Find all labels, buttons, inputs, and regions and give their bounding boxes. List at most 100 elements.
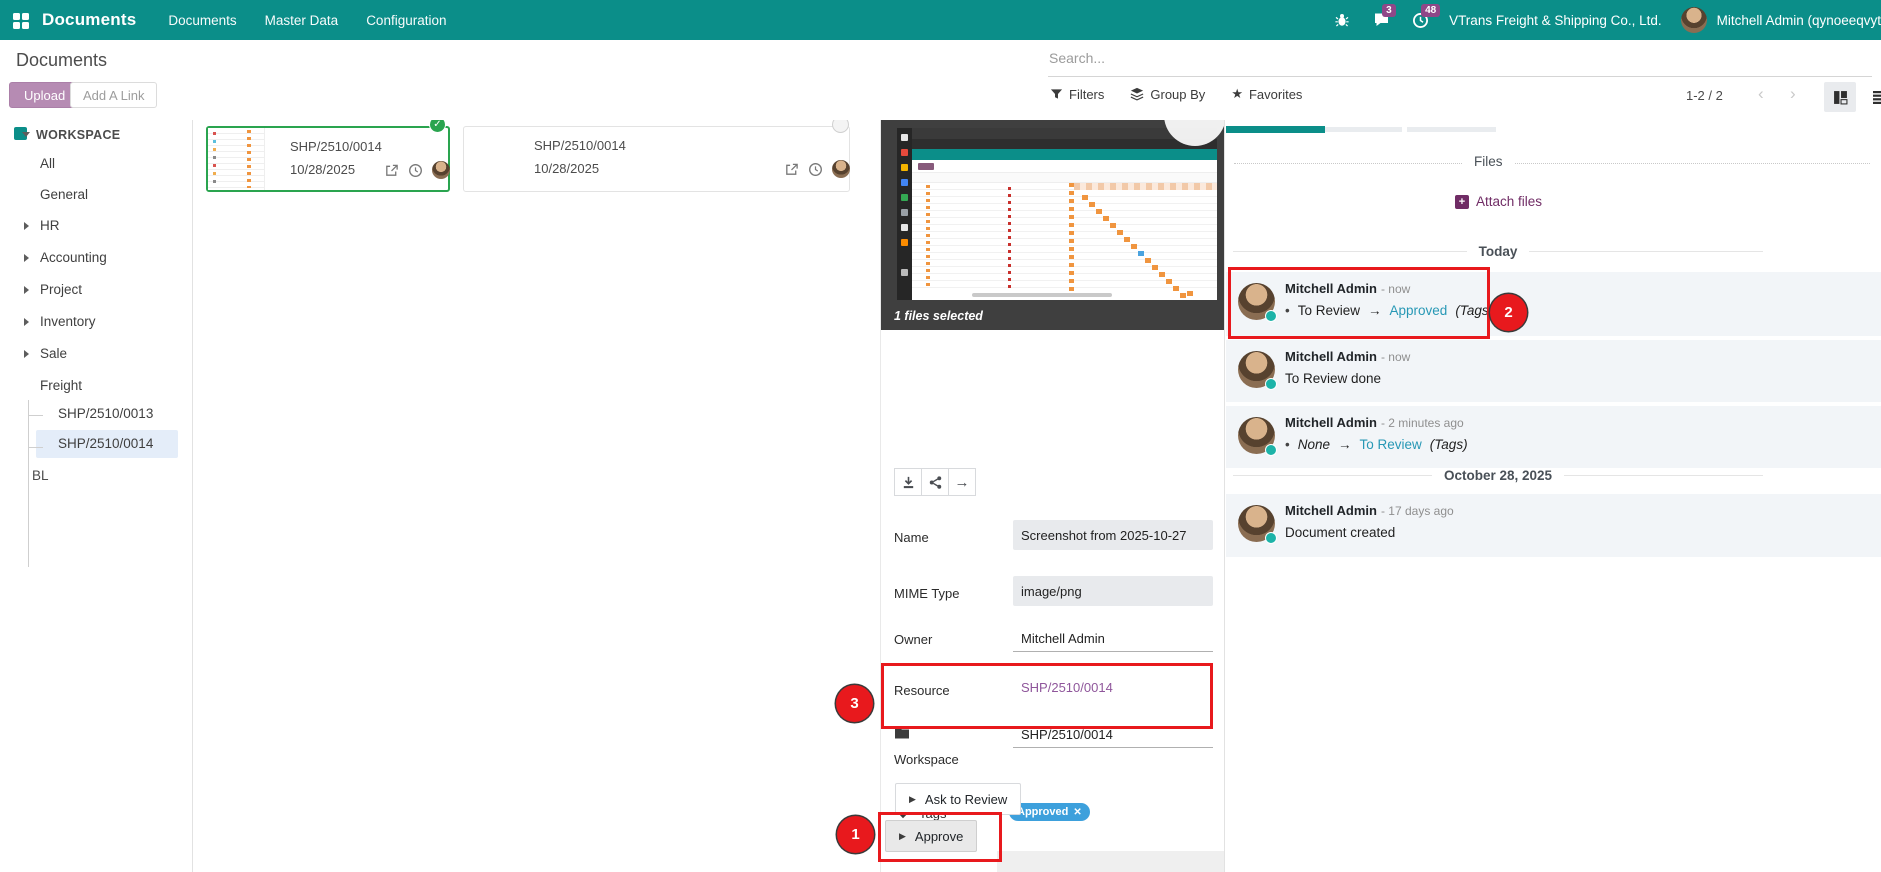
menu-documents[interactable]: Documents [154,0,250,40]
messages-icon[interactable]: 3 [1371,10,1391,30]
expand-caret-icon[interactable] [24,286,29,294]
progress-bar-track [1325,127,1402,132]
tracking-old-value: None [1298,437,1330,452]
add-link-button[interactable]: Add A Link [70,82,157,108]
apps-grid-icon[interactable] [13,13,20,20]
user-avatar[interactable] [1681,7,1707,33]
owner-avatar[interactable] [432,161,450,179]
workspace-field[interactable]: SHP/2510/0014 [1013,722,1213,748]
bug-icon[interactable] [1332,10,1352,30]
groupby-button[interactable]: Group By [1130,87,1205,102]
sidebar-item-shp-0013[interactable]: SHP/2510/0013 [58,406,153,421]
document-title[interactable]: SHP/2510/0014 [534,138,626,153]
sidebar-item-hr[interactable]: HR [40,218,60,233]
tracking-new-value[interactable]: Approved [1390,303,1448,318]
document-title[interactable]: SHP/2510/0014 [290,139,382,154]
message-author[interactable]: Mitchell Admin [1285,349,1377,364]
activities-badge: 48 [1421,4,1440,17]
search-input[interactable]: Search... [1049,50,1105,66]
activity-clock-icon[interactable] [408,163,423,178]
tree-line [28,415,43,416]
user-name[interactable]: Mitchell Admin (qynoeeqvyt [1717,13,1881,28]
chatter-message[interactable]: Mitchell Admin- now • To Review → Approv… [1226,272,1881,336]
group-by-icon [1130,87,1144,101]
workspace-label: Workspace [894,752,959,767]
name-field[interactable]: Screenshot from 2025-10-27 [1013,520,1213,550]
message-author[interactable]: Mitchell Admin [1285,415,1377,430]
activities-clock-icon[interactable]: 48 [1410,10,1430,30]
sidebar-item-inventory[interactable]: Inventory [40,314,96,329]
expand-caret-icon[interactable] [24,318,29,326]
kanban-view-button[interactable] [1824,82,1856,112]
sidebar-item-accounting[interactable]: Accounting [40,250,107,265]
mime-field[interactable]: image/png [1013,576,1213,606]
attach-files-link[interactable]: + Attach files [1455,194,1542,209]
message-time: - 2 minutes ago [1381,416,1464,430]
sidebar-item-freight[interactable]: Freight [40,378,82,393]
open-external-icon[interactable] [384,163,399,178]
tag-approved[interactable]: Approved ✕ [1009,803,1090,821]
chatter-message[interactable]: Mitchell Admin- now To Review done [1226,340,1881,402]
message-author[interactable]: Mitchell Admin [1285,503,1377,518]
message-author[interactable]: Mitchell Admin [1285,281,1377,296]
share-button[interactable] [921,468,949,496]
collapse-caret-icon[interactable] [22,132,30,137]
owner-field[interactable]: Mitchell Admin [1013,626,1213,652]
app-title[interactable]: Documents [42,10,136,30]
download-button[interactable] [894,468,922,496]
sidebar-item-shp-0014[interactable]: SHP/2510/0014 [58,436,153,451]
online-presence-icon [1265,444,1277,456]
chatter-message[interactable]: Mitchell Admin- 2 minutes ago • None → T… [1226,406,1881,468]
expand-caret-icon[interactable] [24,254,29,262]
tracking-new-value[interactable]: To Review [1360,437,1422,452]
open-external-icon[interactable] [784,162,799,177]
company-name[interactable]: VTrans Freight & Shipping Co., Ltd. [1449,13,1662,28]
pager-next-button[interactable]: › [1790,84,1796,104]
thumbnail-detail [247,130,251,188]
owner-avatar[interactable] [832,160,850,178]
list-view-button[interactable] [1864,82,1881,112]
document-card-selected[interactable]: SHP/2510/0014 10/28/2025 [206,126,450,192]
message-avatar[interactable] [1238,351,1275,388]
download-icon [901,475,916,490]
tree-line [28,400,29,567]
resource-link[interactable]: SHP/2510/0014 [1013,676,1213,698]
sidebar-item-bl[interactable]: BL [32,468,49,483]
main-menu: Documents Master Data Configuration [154,0,460,40]
message-time: - 17 days ago [1381,504,1454,518]
document-preview[interactable]: 1 files selected [881,120,1225,330]
annotation-circle-3: 3 [836,685,873,722]
filters-button[interactable]: Filters [1050,87,1104,102]
menu-master-data[interactable]: Master Data [251,0,353,40]
groupby-label: Group By [1150,87,1205,102]
ask-to-review-button[interactable]: ▶ Ask to Review [895,783,1021,815]
message-avatar[interactable] [1238,417,1275,454]
pager-prev-button[interactable]: ‹ [1758,84,1764,104]
favorites-button[interactable]: ★ Favorites [1231,86,1302,102]
owner-label: Owner [894,632,932,647]
message-body: Document created [1285,525,1395,540]
list-view-icon [1872,90,1881,104]
selection-count: 1 files selected [894,309,983,323]
document-card[interactable]: SHP/2510/0014 10/28/2025 [463,126,850,192]
message-avatar[interactable] [1238,283,1275,320]
sidebar-item-all[interactable]: All [40,156,55,171]
sidebar-item-project[interactable]: Project [40,282,82,297]
remove-tag-icon[interactable]: ✕ [1073,807,1081,818]
document-date: 10/28/2025 [290,162,355,177]
message-avatar[interactable] [1238,505,1275,542]
expand-caret-icon[interactable] [24,222,29,230]
approve-button[interactable]: ▶ Approve [885,820,977,852]
sidebar-item-general[interactable]: General [40,187,88,202]
annotation-circle-2: 2 [1490,294,1527,331]
expand-caret-icon[interactable] [24,350,29,358]
chatter-message[interactable]: Mitchell Admin - 17 days ago Document cre… [1226,494,1881,557]
activity-clock-icon[interactable] [808,162,823,177]
date-divider-label: October 28, 2025 [1444,468,1552,483]
menu-configuration[interactable]: Configuration [352,0,460,40]
move-to-workspace-button[interactable]: → [948,468,976,496]
message-text: Document created [1285,525,1395,540]
sidebar-item-sale[interactable]: Sale [40,346,67,361]
breadcrumb[interactable]: Documents [16,50,107,71]
today-label: Today [1479,244,1518,259]
